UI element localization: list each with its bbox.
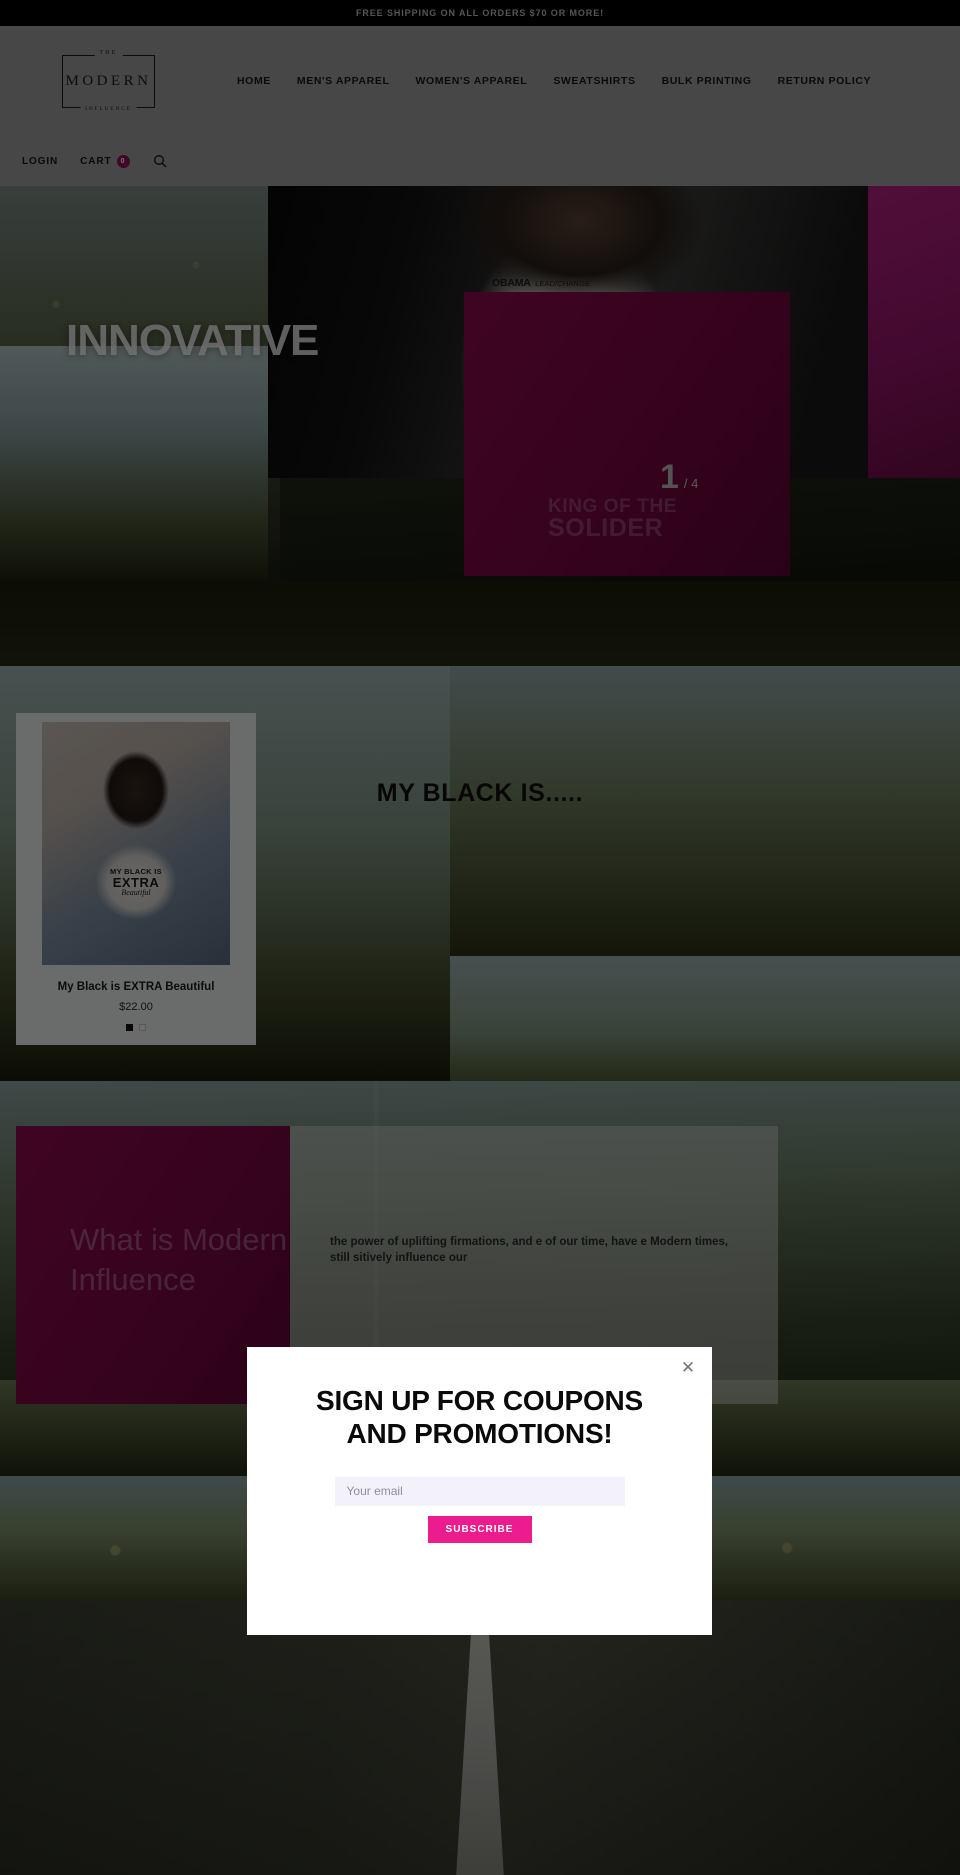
newsletter-signup-modal: ✕ SIGN UP FOR COUPONS AND PROMOTIONS! SU… — [247, 1347, 712, 1635]
about-heading: What is Modern Influence — [70, 1222, 288, 1297]
bg-band — [0, 581, 960, 666]
site-header: THE MODERN INFLUENCE HOME MEN'S APPAREL … — [0, 26, 960, 186]
nav-item-bulk-printing[interactable]: BULK PRINTING — [662, 75, 752, 87]
search-icon — [153, 155, 167, 168]
subscribe-button[interactable]: SUBSCRIBE — [427, 1515, 532, 1543]
login-link[interactable]: LOGIN — [22, 156, 58, 167]
site-logo[interactable]: THE MODERN INFLUENCE — [62, 49, 155, 112]
header-primary-row: THE MODERN INFLUENCE HOME MEN'S APPAREL … — [18, 26, 942, 136]
nav-item-womens-apparel[interactable]: WOMEN'S APPAREL — [415, 75, 527, 87]
page-root: FREE SHIPPING ON ALL ORDERS $70 OR MORE!… — [0, 0, 960, 1875]
slider-current-index: 1 — [660, 458, 679, 496]
nav-item-home[interactable]: HOME — [237, 75, 271, 87]
swatch-white[interactable] — [139, 1024, 146, 1031]
email-input[interactable] — [334, 1476, 625, 1506]
tee-line-2: EXTRA — [112, 874, 160, 890]
search-button[interactable] — [152, 153, 168, 169]
nav-item-sweatshirts[interactable]: SWEATSHIRTS — [553, 75, 635, 87]
hero-accent-panel — [868, 186, 960, 478]
bg-panel-right-top — [450, 666, 960, 956]
nav-item-return-policy[interactable]: RETURN POLICY — [778, 75, 872, 87]
cart-count-badge: 0 — [116, 154, 130, 168]
hero-caption-panel: KING OF THE SOLIDER — [464, 292, 790, 576]
slider-counter: 1 / 4 — [660, 458, 698, 497]
nav-item-mens-apparel[interactable]: MEN'S APPAREL — [297, 75, 390, 87]
main-navigation: HOME MEN'S APPAREL WOMEN'S APPAREL SWEAT… — [237, 75, 871, 87]
hero-headline: INNOVATIVE — [66, 316, 319, 365]
announcement-bar: FREE SHIPPING ON ALL ORDERS $70 OR MORE! — [0, 0, 960, 26]
tee-line-3: Beautiful — [121, 888, 151, 898]
bridge-image — [0, 1600, 960, 1875]
header-utility-row: LOGIN CART 0 — [18, 136, 942, 186]
logo-bottom-text: INFLUENCE — [80, 105, 137, 112]
cart-link[interactable]: CART 0 — [80, 154, 130, 168]
hero-caption-text: KING OF THE SOLIDER — [548, 497, 677, 541]
cart-label: CART — [80, 155, 112, 167]
product-tee-graphic: MY BLACK IS EXTRA Beautiful — [90, 867, 182, 898]
shirt-line: OBAMA LEAD/CHANGE — [492, 277, 590, 289]
announcement-text: FREE SHIPPING ON ALL ORDERS $70 OR MORE! — [355, 8, 605, 18]
product-card[interactable]: MY BLACK IS EXTRA Beautiful My Black is … — [16, 713, 256, 1045]
modal-form: SUBSCRIBE — [247, 1476, 712, 1543]
product-title[interactable]: My Black is EXTRA Beautiful — [16, 981, 256, 993]
about-body-text: the power of uplifting firmations, and e… — [330, 1236, 729, 1265]
logo-main-text: MODERN — [65, 72, 152, 89]
swatch-black[interactable] — [126, 1024, 133, 1031]
product-color-swatches — [16, 1024, 256, 1031]
bg-panel-right-bottom — [450, 956, 960, 1081]
hero-caption-line2: SOLIDER — [548, 514, 664, 542]
product-price: $22.00 — [119, 1001, 153, 1013]
slider-total-count: / 4 — [683, 476, 699, 491]
logo-top-text: THE — [94, 49, 123, 56]
product-image[interactable]: MY BLACK IS EXTRA Beautiful — [42, 722, 230, 965]
modal-title: SIGN UP FOR COUPONS AND PROMOTIONS! — [315, 1385, 644, 1449]
close-icon[interactable]: ✕ — [679, 1358, 697, 1376]
